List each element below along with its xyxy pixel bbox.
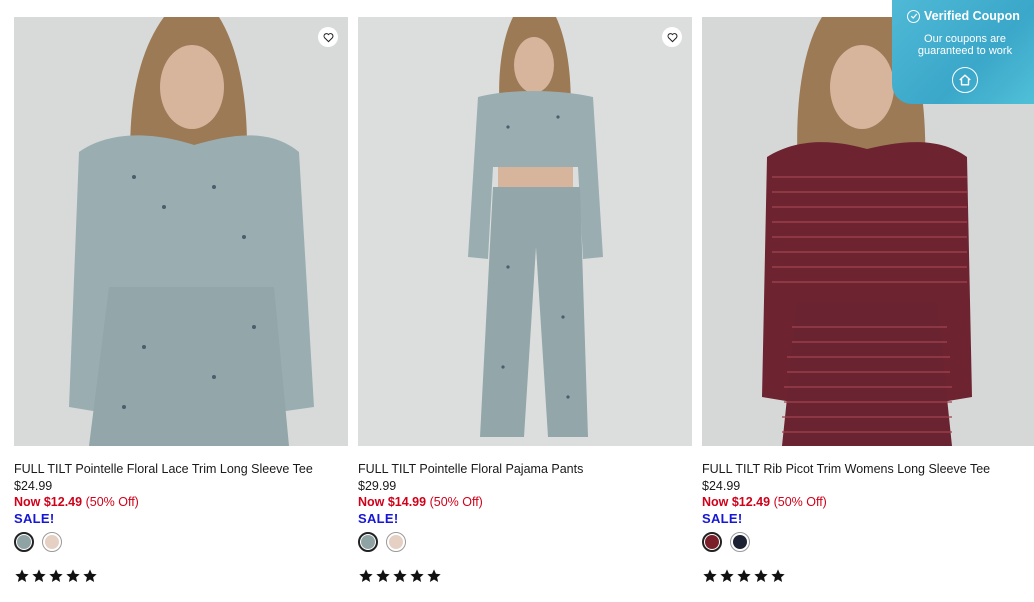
heart-icon — [323, 32, 333, 42]
favorite-button[interactable] — [318, 27, 338, 47]
color-swatch[interactable] — [42, 532, 62, 552]
star-icon — [83, 569, 97, 582]
star-icon — [15, 569, 29, 582]
star-icon — [754, 569, 768, 582]
star-icon — [376, 569, 390, 582]
discount-label: (50% Off) — [773, 495, 827, 509]
star-icon — [737, 569, 751, 582]
sale-price-line: Now $12.49 (50% Off) — [702, 495, 827, 509]
star-icon — [393, 569, 407, 582]
check-circle-icon — [907, 9, 920, 23]
sale-price: Now $12.49 — [702, 495, 771, 509]
star-icon — [771, 569, 785, 582]
sale-badge: SALE! — [358, 511, 399, 526]
product-title[interactable]: FULL TILT Pointelle Floral Lace Trim Lon… — [14, 462, 313, 476]
coupon-header: Verified Coupon — [907, 9, 1020, 23]
star-rating — [14, 568, 98, 584]
color-swatches — [702, 532, 750, 552]
color-swatch[interactable] — [702, 532, 722, 552]
star-icon — [66, 569, 80, 582]
star-icon — [410, 569, 424, 582]
product-image[interactable] — [14, 17, 348, 446]
star-icon — [359, 569, 373, 582]
original-price: $29.99 — [358, 479, 397, 493]
verified-coupon-popup[interactable]: Verified Coupon Our coupons are guarante… — [892, 0, 1034, 104]
color-swatch[interactable] — [14, 532, 34, 552]
discount-label: (50% Off) — [85, 495, 139, 509]
color-swatch[interactable] — [358, 532, 378, 552]
color-swatch[interactable] — [730, 532, 750, 552]
star-rating — [702, 568, 786, 584]
product-image[interactable] — [358, 17, 692, 446]
original-price: $24.99 — [14, 479, 53, 493]
star-icon — [720, 569, 734, 582]
color-swatches — [14, 532, 62, 552]
product-grid: FULL TILT Pointelle Floral Lace Trim Lon… — [14, 17, 1034, 602]
coupon-message: Our coupons are guaranteed to work — [917, 33, 1013, 57]
home-logo-icon[interactable] — [952, 67, 978, 93]
original-price: $24.99 — [702, 479, 741, 493]
discount-label: (50% Off) — [429, 495, 483, 509]
color-swatches — [358, 532, 406, 552]
color-swatch[interactable] — [386, 532, 406, 552]
favorite-button[interactable] — [662, 27, 682, 47]
star-icon — [32, 569, 46, 582]
sale-badge: SALE! — [702, 511, 743, 526]
sale-price-line: Now $12.49 (50% Off) — [14, 495, 139, 509]
product-card[interactable]: FULL TILT Pointelle Floral Lace Trim Lon… — [14, 17, 348, 602]
star-rating — [358, 568, 442, 584]
product-card[interactable]: FULL TILT Pointelle Floral Pajama Pants … — [358, 17, 692, 602]
product-title[interactable]: FULL TILT Pointelle Floral Pajama Pants — [358, 462, 583, 476]
coupon-title: Verified Coupon — [924, 9, 1020, 23]
sale-price: Now $14.99 — [358, 495, 427, 509]
sale-price: Now $12.49 — [14, 495, 83, 509]
star-icon — [49, 569, 63, 582]
heart-icon — [667, 32, 677, 42]
star-icon — [703, 569, 717, 582]
star-icon — [427, 569, 441, 582]
sale-badge: SALE! — [14, 511, 55, 526]
product-title[interactable]: FULL TILT Rib Picot Trim Womens Long Sle… — [702, 462, 990, 476]
product-card[interactable]: FULL TILT Rib Picot Trim Womens Long Sle… — [702, 17, 1034, 602]
sale-price-line: Now $14.99 (50% Off) — [358, 495, 483, 509]
